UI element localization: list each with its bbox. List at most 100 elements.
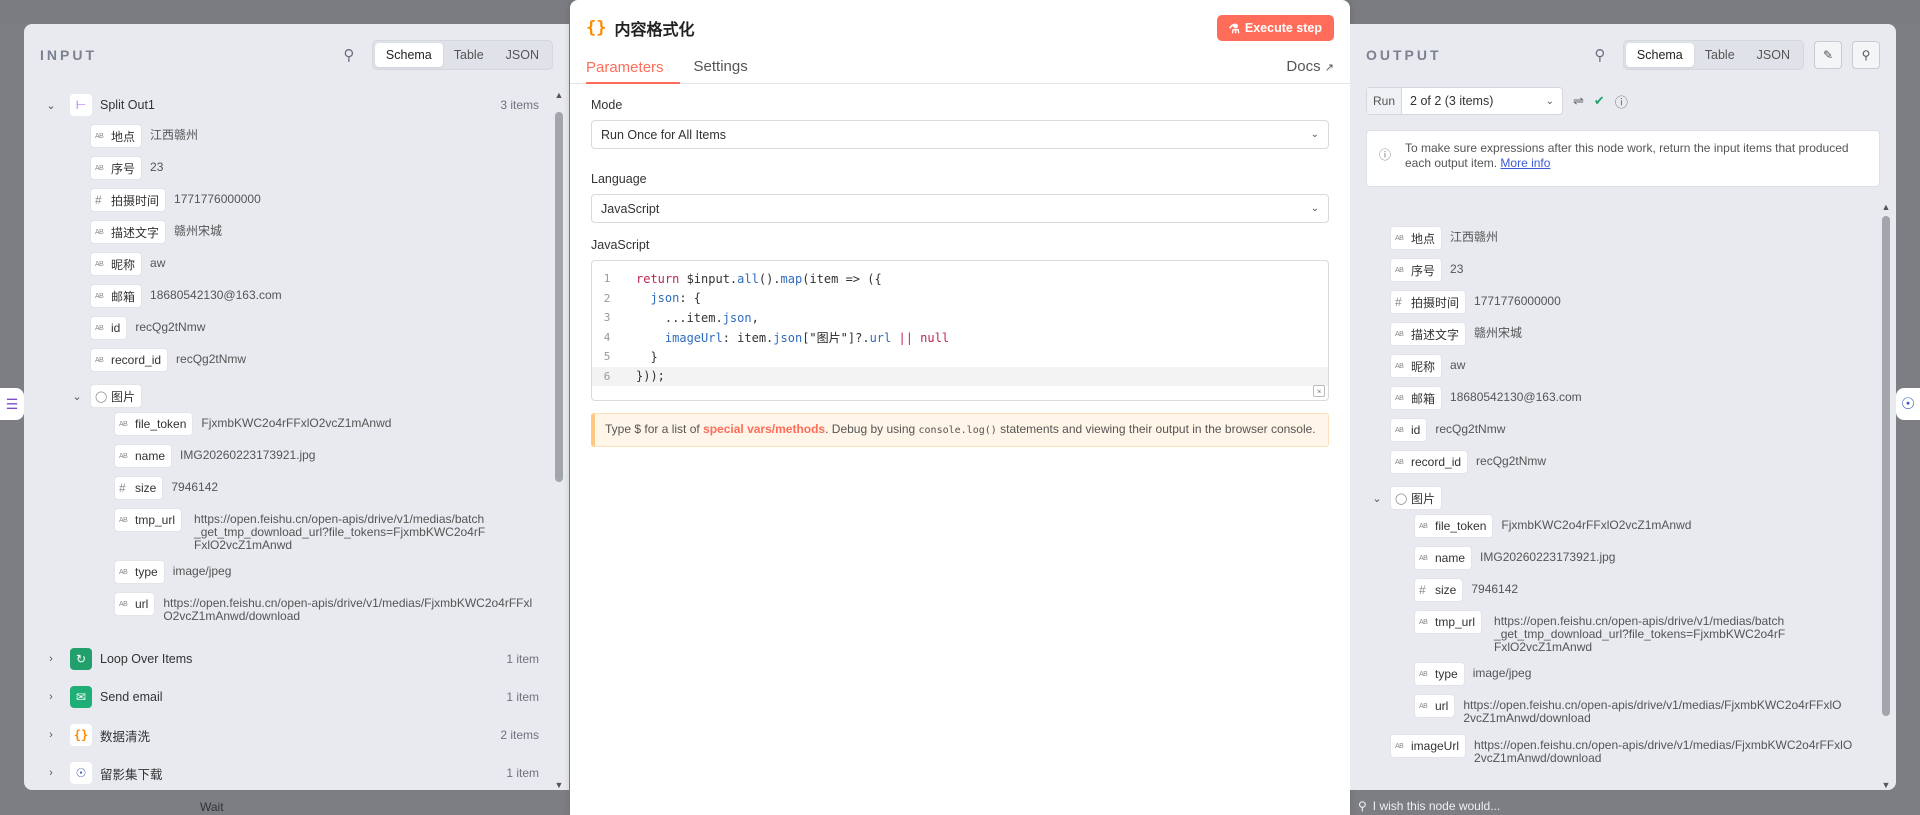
input-node-download[interactable]: › ☉ 留影集下载 1 item <box>24 754 555 790</box>
field-value: 18680542130@163.com <box>1450 390 1582 404</box>
field-value: IMG20260223173921.jpg <box>180 448 316 462</box>
field-pill[interactable]: # 拍摄时间 <box>90 188 167 212</box>
field-pill[interactable]: AB 邮箱 <box>1390 386 1443 410</box>
field-pill[interactable]: AB id <box>90 316 128 340</box>
output-tab-json[interactable]: JSON <box>1746 43 1801 67</box>
scroll-down-icon[interactable]: ▼ <box>1881 780 1891 790</box>
scroll-down-icon[interactable]: ▼ <box>554 780 564 790</box>
field-pill[interactable]: AB imageUrl <box>1390 734 1467 758</box>
field-value: image/jpeg <box>1472 666 1532 680</box>
chevron-right-icon[interactable]: › <box>40 729 62 741</box>
field-pill[interactable]: AB type <box>114 560 165 584</box>
string-type-icon: AB <box>1395 234 1404 242</box>
field-value: 1771776000000 <box>174 192 261 206</box>
field-pill[interactable]: # size <box>114 476 164 500</box>
search-icon[interactable]: ⚲ <box>336 42 362 68</box>
pin-icon[interactable]: ⚲ <box>1852 41 1880 69</box>
language-label: Language <box>591 172 647 186</box>
feedback-prompt[interactable]: ⚲ I wish this node would... <box>1358 796 1558 815</box>
more-info-link[interactable]: More info <box>1500 156 1550 170</box>
scroll-up-icon[interactable]: ▲ <box>554 90 564 100</box>
field-pill[interactable]: AB 序号 <box>90 156 143 180</box>
field-pill[interactable]: # 拍摄时间 <box>1390 290 1467 314</box>
language-select[interactable]: JavaScript ⌄ <box>591 194 1329 223</box>
code-line: 1 return $input.all().map(item => ({ <box>603 271 882 286</box>
input-scrollbar[interactable]: ▲ ▼ <box>554 90 564 790</box>
field-pill[interactable]: AB name <box>114 444 173 468</box>
field-pill[interactable]: AB tmp_url <box>114 508 183 532</box>
output-tab-schema[interactable]: Schema <box>1625 43 1694 67</box>
input-node-clean[interactable]: › {} 数据清洗 2 items <box>24 716 555 754</box>
field-pill[interactable]: AB id <box>1390 418 1428 442</box>
field-pill[interactable]: ◯ 图片 <box>1390 486 1443 510</box>
field-value: aw <box>150 256 166 270</box>
canvas-right-node-tab[interactable]: ☉ <box>1896 388 1920 420</box>
node-editor-panel: {} 内容格式化 ⚗ Execute step Parameters Setti… <box>570 0 1350 815</box>
input-node-split-out[interactable]: ⌄ ⊢ Split Out1 3 items <box>24 86 555 124</box>
docs-link[interactable]: Docs ↗ <box>1286 58 1334 83</box>
field-pill[interactable]: AB 描述文字 <box>1390 322 1467 346</box>
field-pill[interactable]: AB type <box>1414 662 1465 686</box>
field-pill[interactable]: AB 邮箱 <box>90 284 143 308</box>
input-tab-table[interactable]: Table <box>443 43 495 67</box>
search-icon[interactable]: ⚲ <box>1587 42 1613 68</box>
mode-select[interactable]: Run Once for All Items ⌄ <box>591 120 1329 149</box>
field-pill[interactable]: AB 昵称 <box>1390 354 1443 378</box>
field-pill[interactable]: AB url <box>114 592 156 616</box>
field-value: aw <box>1450 358 1466 372</box>
field-value: 7946142 <box>1471 582 1519 596</box>
field-value: 18680542130@163.com <box>150 288 282 302</box>
field-pill[interactable]: AB 地点 <box>1390 226 1443 250</box>
field-pill[interactable]: AB url <box>1414 694 1456 718</box>
resize-handle-icon[interactable]: ⇲ <box>1313 385 1325 397</box>
run-select[interactable]: Run 2 of 2 (3 items) ⌄ <box>1366 87 1564 115</box>
field-pill[interactable]: AB 描述文字 <box>90 220 167 244</box>
field-pill[interactable]: # size <box>1414 578 1464 602</box>
field-pill[interactable]: AB tmp_url <box>1414 610 1483 634</box>
field-value: 23 <box>1450 262 1464 276</box>
info-icon[interactable]: ⓘ <box>1615 92 1628 111</box>
flask-icon: ⚗ <box>1228 21 1240 36</box>
tab-settings[interactable]: Settings <box>694 58 764 83</box>
field-pill[interactable]: AB record_id <box>1390 450 1469 474</box>
field-row: AB url https://open.feishu.cn/open-apis/d… <box>1414 694 1882 734</box>
string-type-icon: AB <box>1419 670 1428 678</box>
chevron-down-icon[interactable]: ⌄ <box>1366 492 1388 505</box>
edit-pencil-icon[interactable]: ✎ <box>1814 41 1842 69</box>
scrollbar-thumb[interactable] <box>1882 216 1890 716</box>
execute-step-button[interactable]: ⚗ Execute step <box>1216 15 1334 41</box>
chevron-right-icon[interactable]: › <box>40 767 62 779</box>
tab-parameters[interactable]: Parameters <box>586 59 680 84</box>
input-tab-schema[interactable]: Schema <box>374 43 443 67</box>
string-type-icon: AB <box>95 164 104 172</box>
input-node-send-email[interactable]: › ✉ Send email 1 item <box>24 678 555 716</box>
field-row: # size 7946142 <box>1414 578 1882 610</box>
field-pill[interactable]: AB 地点 <box>90 124 143 148</box>
field-pill[interactable]: AB name <box>1414 546 1473 570</box>
object-group-row[interactable]: ⌄ ◯ 图片 <box>1350 482 1882 514</box>
canvas-left-node-tab[interactable]: ☰ <box>0 388 24 420</box>
output-panel-header: OUTPUT ⚲ Schema Table JSON ✎ ⚲ <box>1350 24 1896 86</box>
node-title[interactable]: 内容格式化 <box>614 16 694 40</box>
chevron-right-icon[interactable]: › <box>40 653 62 665</box>
chevron-right-icon[interactable]: › <box>40 691 62 703</box>
code-editor[interactable]: 1 return $input.all().map(item => ({ 2 js… <box>591 260 1329 401</box>
field-pill[interactable]: AB file_token <box>1414 514 1494 538</box>
scrollbar-thumb[interactable] <box>555 112 563 482</box>
scroll-up-icon[interactable]: ▲ <box>1881 202 1891 212</box>
link-icon[interactable]: ⇌ <box>1573 93 1584 109</box>
chevron-down-icon[interactable]: ⌄ <box>40 99 62 112</box>
chevron-down-icon[interactable]: ⌄ <box>66 390 88 403</box>
field-pill[interactable]: AB 昵称 <box>90 252 143 276</box>
special-vars-link[interactable]: special vars/methods <box>703 422 825 436</box>
node-count: 3 items <box>500 98 539 112</box>
field-pill[interactable]: ◯ 图片 <box>90 384 143 408</box>
input-tab-json[interactable]: JSON <box>495 43 550 67</box>
field-pill[interactable]: AB file_token <box>114 412 194 436</box>
output-tab-table[interactable]: Table <box>1694 43 1746 67</box>
field-pill[interactable]: AB record_id <box>90 348 169 372</box>
input-node-loop[interactable]: › ↻ Loop Over Items 1 item <box>24 640 555 678</box>
output-scrollbar[interactable]: ▲ ▼ <box>1881 202 1891 790</box>
field-pill[interactable]: AB 序号 <box>1390 258 1443 282</box>
object-group-row[interactable]: ⌄ ◯ 图片 <box>24 380 555 412</box>
